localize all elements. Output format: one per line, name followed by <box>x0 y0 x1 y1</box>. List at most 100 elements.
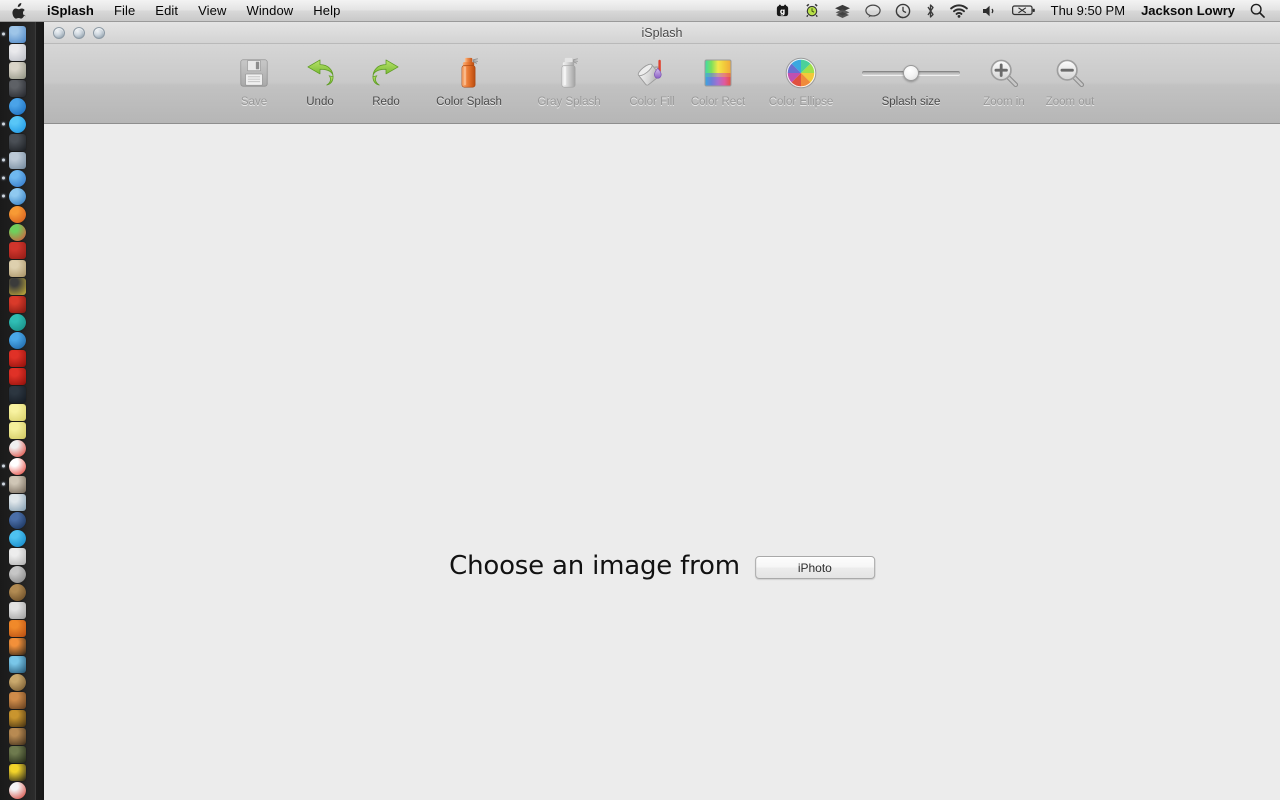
slider-track[interactable] <box>862 65 960 81</box>
toolbar-splash-size-control[interactable]: Splash size <box>851 50 971 108</box>
minimize-button[interactable] <box>73 26 85 39</box>
adobe-red-app-icon <box>9 349 26 367</box>
dock-item-game-safari[interactable] <box>0 673 35 691</box>
toolbar-button-color-ellipse[interactable]: Color Ellipse <box>751 50 851 108</box>
dock-item-ez-app[interactable] <box>0 439 35 457</box>
dock-item-kindle[interactable] <box>0 385 35 403</box>
dock-item-skype[interactable] <box>0 529 35 547</box>
dock-item-game-shooter[interactable] <box>0 745 35 763</box>
dock-item-game-penguin[interactable] <box>0 655 35 673</box>
itunes-icon <box>9 169 26 187</box>
dock-item-ipod-sync[interactable] <box>0 547 35 565</box>
dock-item-firefox[interactable] <box>0 205 35 223</box>
dock-item-pacman-game[interactable] <box>0 763 35 781</box>
dock-item-itunes[interactable] <box>0 169 35 187</box>
dropbox-stack-icon[interactable] <box>827 0 858 22</box>
dock-item-mission-control[interactable] <box>0 61 35 79</box>
toolbar-button-color-fill[interactable]: Color Fill <box>619 50 685 108</box>
menu-bar-clock[interactable]: Thu 9:50 PM <box>1043 3 1133 18</box>
dock-item-aperture[interactable] <box>0 511 35 529</box>
game-halo-icon <box>9 709 26 727</box>
image-source-chooser: Choose an image from iPhoto <box>449 551 875 581</box>
dock-item-calculator[interactable] <box>0 601 35 619</box>
menu-bar-user-name[interactable]: Jackson Lowry <box>1133 3 1243 18</box>
wifi-icon[interactable] <box>943 0 975 22</box>
menu-item-window[interactable]: Window <box>236 0 303 22</box>
toolbar-button-save[interactable]: Save <box>221 50 287 108</box>
dock-item-acrobat-reader[interactable] <box>0 367 35 385</box>
toolbar-button-gray-splash[interactable]: Gray Splash <box>519 50 619 108</box>
dock-item-blue-disc-app[interactable] <box>0 331 35 349</box>
messages-bubble-icon[interactable] <box>858 0 888 22</box>
dock-item-finder[interactable] <box>0 25 35 43</box>
dock-item-arduino[interactable] <box>0 313 35 331</box>
slider-knob[interactable] <box>903 65 919 81</box>
toolbar-items: Save Undo Redo Color Splash Gray Splash … <box>221 50 1103 108</box>
bluetooth-icon[interactable] <box>918 0 943 22</box>
dock-item-dashboard[interactable] <box>0 79 35 97</box>
toolbar-label-color-splash: Color Splash <box>436 96 502 108</box>
iphoto-source-button[interactable]: iPhoto <box>754 556 875 579</box>
dock-item-iphoto[interactable] <box>0 493 35 511</box>
volume-icon[interactable] <box>975 0 1005 22</box>
dock-item-ibooks[interactable] <box>0 241 35 259</box>
dock-item-list <box>0 25 35 800</box>
splash-size-slider[interactable] <box>856 52 966 94</box>
dock-item-photo-booth[interactable] <box>0 475 35 493</box>
dock-running-indicator <box>1 176 5 180</box>
dock-item-game-portal[interactable] <box>0 637 35 655</box>
toolbar-button-color-rect[interactable]: Color Rect <box>685 50 751 108</box>
dock-item-system-prefs[interactable] <box>0 565 35 583</box>
floppy-disk-icon <box>232 52 276 94</box>
dock-item-stickies-2[interactable] <box>0 421 35 439</box>
window-title-bar[interactable]: iSplash <box>44 22 1280 44</box>
redo-arrow-icon <box>364 52 408 94</box>
dock-item-red-media-app[interactable] <box>0 295 35 313</box>
dock-item-orange-app[interactable] <box>0 619 35 637</box>
dock-item-messages[interactable] <box>0 115 35 133</box>
menu-item-edit[interactable]: Edit <box>145 0 188 22</box>
time-machine-icon[interactable] <box>888 0 918 22</box>
dock-item-game-halo[interactable] <box>0 709 35 727</box>
dock-item-monkey-app[interactable] <box>0 583 35 601</box>
image-capture-icon <box>9 151 26 169</box>
toolbar-label-save: Save <box>240 96 268 108</box>
dock-item-app-store[interactable] <box>0 97 35 115</box>
dock-item-alarm-clock[interactable] <box>0 781 35 799</box>
dock-item-chrome[interactable] <box>0 223 35 241</box>
toolbar-label-zoom-in: Zoom in <box>983 96 1025 108</box>
dock-item-stickies[interactable] <box>0 403 35 421</box>
menu-item-file[interactable]: File <box>104 0 145 22</box>
toolbar-button-zoom-out[interactable]: Zoom out <box>1037 50 1103 108</box>
alarm-clock-icon[interactable] <box>797 0 827 22</box>
stickies-2-icon <box>9 421 26 439</box>
menu-item-help[interactable]: Help <box>303 0 350 22</box>
dock-item-image-capture[interactable] <box>0 151 35 169</box>
toolbar-button-undo[interactable]: Undo <box>287 50 353 108</box>
gray-spray-can-icon <box>547 52 591 94</box>
dock-item-facetime[interactable] <box>0 133 35 151</box>
close-button[interactable] <box>53 26 65 39</box>
battery-icon[interactable] <box>1005 0 1043 22</box>
dock-item-adobe-red-app[interactable] <box>0 349 35 367</box>
dock-item-game-western[interactable] <box>0 691 35 709</box>
grammarly-icon[interactable]: g <box>768 0 797 22</box>
dock-item-safari[interactable] <box>0 187 35 205</box>
apple-logo-icon[interactable] <box>0 0 37 22</box>
toolbar-button-redo[interactable]: Redo <box>353 50 419 108</box>
spotlight-search-icon[interactable] <box>1243 0 1272 22</box>
dock-item-calendar[interactable] <box>0 457 35 475</box>
magnifier-plus-icon <box>982 52 1026 94</box>
dock-item-contacts[interactable] <box>0 259 35 277</box>
messages-icon <box>9 115 26 133</box>
toolbar-button-zoom-in[interactable]: Zoom in <box>971 50 1037 108</box>
menu-item-view[interactable]: View <box>188 0 236 22</box>
dock-item-launchpad[interactable] <box>0 43 35 61</box>
zoom-button[interactable] <box>93 26 105 39</box>
dock-item-imovie[interactable] <box>0 277 35 295</box>
toolbar-button-color-splash[interactable]: Color Splash <box>419 50 519 108</box>
acrobat-reader-icon <box>9 367 26 385</box>
dock[interactable] <box>0 22 36 800</box>
dock-item-game-deer[interactable] <box>0 727 35 745</box>
menu-item-isplash[interactable]: iSplash <box>37 0 104 22</box>
